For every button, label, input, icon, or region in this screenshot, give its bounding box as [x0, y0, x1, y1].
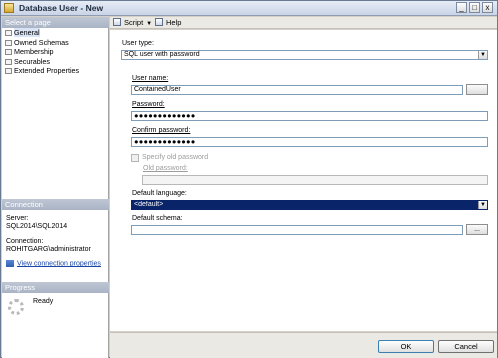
help-icon: [155, 18, 163, 26]
progress-spinner-icon: [8, 299, 24, 315]
password-label: Password:: [132, 101, 165, 108]
page-list: General Owned Schemas Membership Securab…: [2, 28, 109, 76]
confirm-password-label: Confirm password:: [132, 127, 191, 134]
password-input[interactable]: ●●●●●●●●●●●●●: [131, 111, 488, 121]
page-item-securables[interactable]: Securables: [2, 57, 109, 67]
page-item-extended-properties[interactable]: Extended Properties: [2, 66, 109, 76]
default-schema-label: Default schema:: [132, 215, 183, 222]
user-type-value: SQL user with password: [124, 51, 200, 58]
confirm-password-input[interactable]: ●●●●●●●●●●●●●: [131, 137, 488, 147]
page-icon: [5, 49, 12, 56]
user-name-browse-button[interactable]: [466, 84, 488, 95]
password-value: ●●●●●●●●●●●●●: [134, 111, 196, 120]
user-name-value: ContainedUser: [134, 86, 181, 93]
help-button[interactable]: Help: [155, 17, 181, 29]
page-item-owned-schemas[interactable]: Owned Schemas: [2, 38, 109, 48]
page-icon: [5, 68, 12, 75]
cancel-button[interactable]: Cancel: [438, 340, 494, 353]
help-label: Help: [166, 18, 182, 27]
general-page: User type: SQL user with password ▼ User…: [110, 30, 497, 331]
left-pane: Select a page General Owned Schemas Memb…: [2, 17, 109, 358]
script-button[interactable]: Script ▼: [113, 17, 152, 30]
page-item-label: Securables: [14, 56, 50, 66]
connection-value: ROHITGARG\administrator: [6, 246, 91, 253]
connection-header: Connection: [2, 199, 109, 210]
user-name-input[interactable]: ContainedUser: [131, 85, 463, 95]
page-item-membership[interactable]: Membership: [2, 47, 109, 57]
page-item-label: Owned Schemas: [14, 37, 69, 47]
page-item-label: General: [14, 28, 40, 37]
minimize-button[interactable]: _: [456, 2, 467, 13]
default-schema-input[interactable]: [131, 225, 463, 235]
chevron-down-icon[interactable]: ▼: [478, 201, 487, 209]
dialog-footer: OK Cancel: [110, 332, 497, 358]
old-password-input[interactable]: [142, 175, 488, 185]
title-bar[interactable]: Database User - New _ □ x: [1, 1, 497, 16]
old-password-label: Old password:: [143, 165, 188, 172]
window-title: Database User - New: [19, 3, 104, 13]
view-connection-properties-link[interactable]: View connection properties: [17, 260, 101, 267]
default-language-value: <default>: [134, 201, 164, 208]
database-user-dialog: Database User - New _ □ x Select a page …: [0, 0, 498, 358]
user-type-label: User type:: [122, 40, 154, 47]
script-icon: [113, 18, 121, 26]
default-schema-browse-button[interactable]: ...: [466, 224, 488, 235]
progress-status: Ready: [33, 298, 54, 305]
server-value: SQL2014\SQL2014: [6, 223, 68, 230]
user-name-label: User name:: [132, 75, 169, 82]
page-item-general[interactable]: General: [2, 28, 109, 38]
default-language-select[interactable]: <default> ▼: [131, 200, 488, 210]
connection-label: Connection:: [6, 238, 44, 245]
page-icon: [5, 30, 12, 37]
user-type-select[interactable]: SQL user with password ▼: [121, 50, 488, 60]
specify-old-password-checkbox[interactable]: [131, 154, 139, 162]
page-item-label: Extended Properties: [14, 66, 80, 75]
default-language-label: Default language:: [132, 190, 187, 197]
chevron-down-icon[interactable]: ▼: [478, 51, 487, 59]
view-connection-properties[interactable]: View connection properties: [6, 260, 101, 267]
specify-old-password-label: Specify old password: [142, 154, 209, 161]
toolbar: Script ▼ Help: [110, 17, 497, 29]
page-icon: [5, 58, 12, 65]
server-label: Server:: [6, 215, 29, 222]
ok-button[interactable]: OK: [378, 340, 434, 353]
page-item-label: Membership: [14, 47, 54, 56]
select-page-header: Select a page: [2, 17, 109, 28]
properties-icon: [6, 260, 14, 267]
maximize-button[interactable]: □: [469, 2, 480, 13]
page-icon: [5, 39, 12, 46]
confirm-password-value: ●●●●●●●●●●●●●: [134, 137, 196, 146]
chevron-down-icon[interactable]: ▼: [146, 21, 152, 27]
database-user-icon: [4, 3, 14, 13]
close-button[interactable]: x: [482, 2, 493, 13]
script-label: Script: [124, 18, 144, 27]
progress-header: Progress: [2, 282, 109, 293]
